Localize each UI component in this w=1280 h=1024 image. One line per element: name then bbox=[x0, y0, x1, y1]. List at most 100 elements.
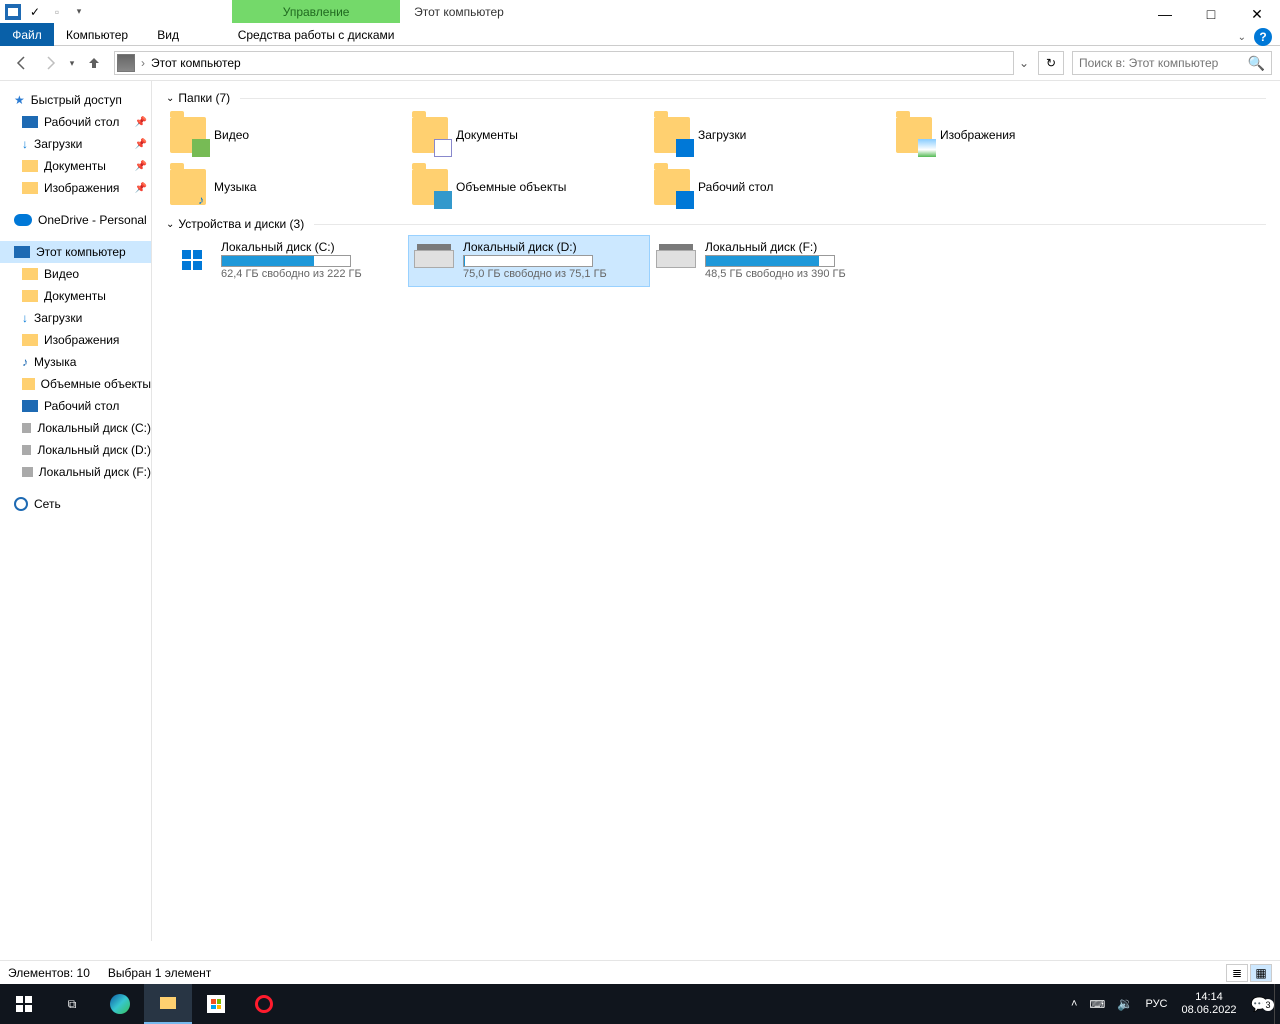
sidebar-desktop2[interactable]: Рабочий стол bbox=[0, 395, 151, 417]
refresh-button[interactable]: ↻ bbox=[1038, 51, 1064, 75]
taskbar-opera[interactable] bbox=[240, 984, 288, 1024]
tray-action-center[interactable]: 💬 3 bbox=[1245, 996, 1274, 1013]
breadcrumb-this-pc[interactable]: Этот компьютер bbox=[151, 56, 241, 70]
tray-language[interactable]: РУС bbox=[1139, 998, 1173, 1010]
tab-computer[interactable]: Компьютер bbox=[54, 23, 140, 46]
maximize-button[interactable]: □ bbox=[1188, 0, 1234, 28]
sidebar-downloads2[interactable]: ↓Загрузки bbox=[0, 307, 151, 329]
qat-properties-icon[interactable]: ✓ bbox=[24, 1, 46, 23]
taskbar-explorer[interactable] bbox=[144, 984, 192, 1024]
pin-icon: 📌 bbox=[135, 183, 147, 194]
sidebar-videos[interactable]: Видео bbox=[0, 263, 151, 285]
context-tab-header: Управление bbox=[232, 0, 400, 23]
cloud-icon bbox=[14, 214, 32, 226]
folder-documents[interactable]: Документы bbox=[408, 109, 650, 161]
group-header-drives[interactable]: ⌄ Устройства и диски (3) bbox=[166, 213, 1266, 235]
sidebar-disk-d[interactable]: Локальный диск (D:) bbox=[0, 439, 151, 461]
sidebar-music[interactable]: ♪Музыка bbox=[0, 351, 151, 373]
sidebar-network[interactable]: Сеть bbox=[0, 493, 151, 515]
minimize-button[interactable]: — bbox=[1142, 0, 1188, 28]
search-icon[interactable]: 🔍 bbox=[1248, 55, 1271, 72]
sidebar-pictures2[interactable]: Изображения bbox=[0, 329, 151, 351]
taskbar-store[interactable] bbox=[192, 984, 240, 1024]
tray-touchkbd-icon[interactable]: ⌨ bbox=[1083, 998, 1111, 1011]
folder-icon bbox=[412, 117, 448, 153]
sidebar-3d-objects[interactable]: Объемные объекты bbox=[0, 373, 151, 395]
drive-icon bbox=[655, 244, 697, 274]
ribbon-expand-icon[interactable]: ⌄ bbox=[1238, 32, 1246, 43]
breadcrumb-sep-icon[interactable]: › bbox=[141, 56, 145, 70]
desktop-icon bbox=[22, 116, 38, 128]
sidebar-desktop[interactable]: Рабочий стол📌 bbox=[0, 111, 151, 133]
tray-volume-icon[interactable]: 🔉 bbox=[1111, 996, 1139, 1012]
folder-icon bbox=[160, 997, 176, 1009]
tab-view[interactable]: Вид bbox=[140, 23, 196, 46]
folder-icon bbox=[22, 182, 38, 194]
tab-file[interactable]: Файл bbox=[0, 23, 54, 46]
folder-pictures[interactable]: Изображения bbox=[892, 109, 1134, 161]
tray-clock[interactable]: 14:14 08.06.2022 bbox=[1174, 991, 1245, 1017]
folder-icon bbox=[654, 117, 690, 153]
sidebar-downloads[interactable]: ↓Загрузки📌 bbox=[0, 133, 151, 155]
task-view-button[interactable]: ⧉ bbox=[48, 984, 96, 1024]
drive-name: Локальный диск (D:) bbox=[463, 240, 645, 254]
sidebar-onedrive[interactable]: OneDrive - Personal bbox=[0, 209, 151, 231]
content-area[interactable]: ⌄ Папки (7) Видео Документы Загрузки Изо… bbox=[152, 81, 1280, 941]
pin-icon: 📌 bbox=[135, 161, 147, 172]
drive-name: Локальный диск (C:) bbox=[221, 240, 403, 254]
sidebar-disk-f[interactable]: Локальный диск (F:) bbox=[0, 461, 151, 483]
drive-f[interactable]: Локальный диск (F:) 48,5 ГБ свободно из … bbox=[650, 235, 892, 287]
desktop-icon bbox=[22, 400, 38, 412]
sidebar-pictures[interactable]: Изображения📌 bbox=[0, 177, 151, 199]
start-button[interactable] bbox=[0, 984, 48, 1024]
folder-desktop[interactable]: Рабочий стол bbox=[650, 161, 892, 213]
nav-up-button[interactable] bbox=[80, 49, 108, 77]
help-icon[interactable]: ? bbox=[1254, 28, 1272, 46]
address-bar[interactable]: › Этот компьютер bbox=[114, 51, 1014, 75]
tab-drive-tools[interactable]: Средства работы с дисками bbox=[232, 23, 400, 46]
folder-icon bbox=[896, 117, 932, 153]
drive-c[interactable]: Локальный диск (C:) 62,4 ГБ свободно из … bbox=[166, 235, 408, 287]
group-header-folders[interactable]: ⌄ Папки (7) bbox=[166, 87, 1266, 109]
taskbar-edge[interactable] bbox=[96, 984, 144, 1024]
search-box[interactable]: 🔍 bbox=[1072, 51, 1272, 75]
nav-forward-button[interactable] bbox=[36, 49, 64, 77]
folder-downloads[interactable]: Загрузки bbox=[650, 109, 892, 161]
network-icon bbox=[14, 497, 28, 511]
qat-newfolder-icon[interactable]: ▫ bbox=[46, 1, 68, 23]
disk-icon bbox=[22, 445, 31, 455]
view-large-icons-button[interactable]: ▦ bbox=[1250, 964, 1272, 982]
status-items-count: Элементов: 10 bbox=[8, 966, 90, 980]
search-input[interactable] bbox=[1079, 56, 1248, 70]
view-details-button[interactable]: ≣ bbox=[1226, 964, 1248, 982]
address-dropdown-button[interactable]: ⌄ bbox=[1014, 51, 1034, 75]
sidebar-disk-c[interactable]: Локальный диск (C:) bbox=[0, 417, 151, 439]
drive-d[interactable]: Локальный диск (D:) 75,0 ГБ свободно из … bbox=[408, 235, 650, 287]
folder-music[interactable]: ♪Музыка bbox=[166, 161, 408, 213]
nav-back-button[interactable] bbox=[8, 49, 36, 77]
sidebar-quick-access[interactable]: ★Быстрый доступ bbox=[0, 89, 151, 111]
show-desktop-button[interactable] bbox=[1274, 984, 1280, 1024]
drive-usage-bar bbox=[463, 255, 593, 267]
monitor-icon bbox=[14, 246, 30, 258]
tray-overflow-icon[interactable]: ˄ bbox=[1065, 998, 1083, 1010]
sidebar-documents[interactable]: Документы📌 bbox=[0, 155, 151, 177]
folder-icon bbox=[170, 117, 206, 153]
folder-icon: ♪ bbox=[170, 169, 206, 205]
disk-icon bbox=[22, 467, 33, 477]
folder-3d-objects[interactable]: Объемные объекты bbox=[408, 161, 650, 213]
nav-history-dropdown[interactable]: ▾ bbox=[64, 49, 80, 77]
folder-icon bbox=[22, 268, 38, 280]
app-icon[interactable] bbox=[2, 1, 24, 23]
chevron-down-icon: ⌄ bbox=[166, 93, 174, 104]
qat-customize-dropdown[interactable]: ▾ bbox=[68, 1, 90, 23]
navigation-tree[interactable]: ★Быстрый доступ Рабочий стол📌 ↓Загрузки📌… bbox=[0, 81, 152, 941]
sidebar-documents2[interactable]: Документы bbox=[0, 285, 151, 307]
folder-icon bbox=[22, 290, 38, 302]
sidebar-this-pc[interactable]: Этот компьютер bbox=[0, 241, 151, 263]
close-button[interactable]: ✕ bbox=[1234, 0, 1280, 28]
window-title: Этот компьютер bbox=[400, 0, 1142, 23]
drive-free-text: 75,0 ГБ свободно из 75,1 ГБ bbox=[463, 268, 645, 280]
folder-videos[interactable]: Видео bbox=[166, 109, 408, 161]
taskbar[interactable]: ⧉ ˄ ⌨ 🔉 РУС 14:14 08.06.2022 💬 3 bbox=[0, 984, 1280, 1024]
